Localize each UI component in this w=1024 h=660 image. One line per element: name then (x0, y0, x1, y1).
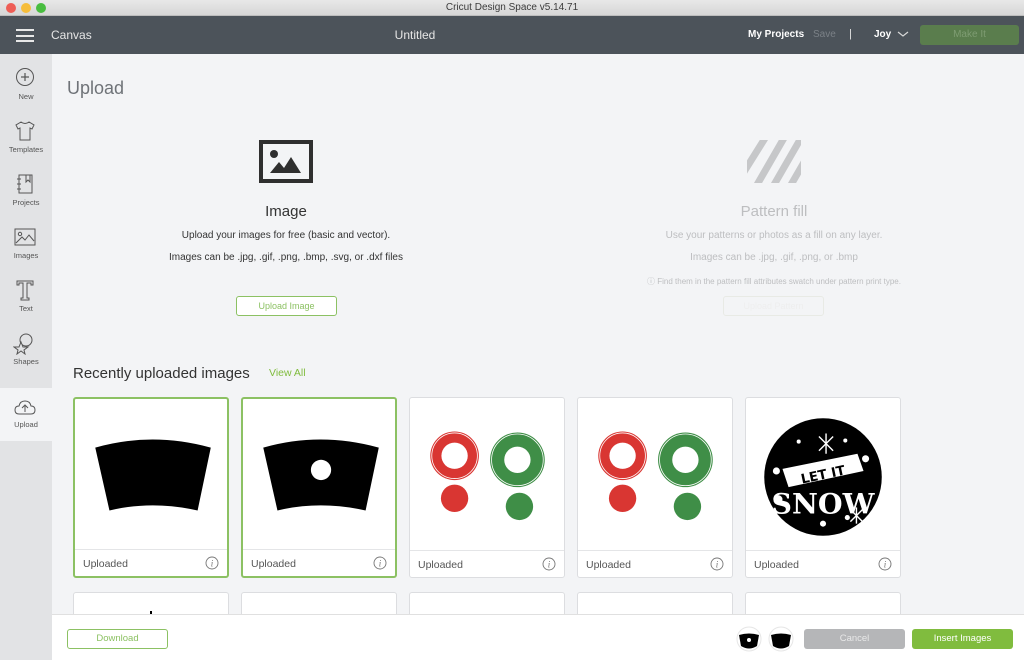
uploaded-image-card[interactable]: LET IT SNOW Uploaded i (745, 397, 901, 578)
uploaded-image-card[interactable]: Uploaded i (73, 397, 229, 578)
sidebar-item-label: Text (19, 304, 33, 313)
upload-pattern-button[interactable]: Upload Pattern (723, 296, 824, 316)
uploaded-image-card[interactable]: Uploaded i (577, 397, 733, 578)
selected-preview-icon (768, 626, 794, 652)
window-title: Cricut Design Space v5.14.71 (445, 2, 579, 13)
sidebar-item-new[interactable]: New (0, 54, 52, 107)
svg-text:i: i (548, 560, 551, 570)
save-button[interactable]: Save (813, 29, 836, 40)
recent-uploads-title: Recently uploaded images (73, 365, 250, 382)
info-icon[interactable]: i (373, 556, 387, 570)
my-projects-link[interactable]: My Projects (748, 29, 804, 40)
card-footer: Uploaded i (410, 550, 564, 577)
svg-text:i: i (716, 560, 719, 570)
tumbler-wrap-thumbnail (95, 439, 211, 511)
upload-image-button[interactable]: Upload Image (236, 296, 337, 316)
uploaded-image-card[interactable]: Uploaded i (409, 397, 565, 578)
pattern-section-description: Use your patterns or photos as a fill on… (665, 230, 883, 241)
info-icon[interactable]: i (205, 556, 219, 570)
footer-bar: Download Cancel Insert Images (52, 614, 1024, 660)
download-button[interactable]: Download (67, 629, 168, 649)
document-title: Untitled (394, 28, 436, 42)
sidebar-item-label: Upload (14, 420, 38, 429)
app-header: Canvas Untitled My Projects Save | Joy M… (0, 16, 1024, 54)
red-green-rings-thumbnail (598, 431, 713, 521)
notebook-icon (17, 174, 33, 194)
sidebar-item-shapes[interactable]: Shapes (0, 319, 52, 372)
tshirt-icon (15, 121, 35, 141)
sidebar-item-label: Images (13, 251, 39, 260)
sidebar-item-upload[interactable]: Upload (0, 388, 52, 441)
svg-text:i: i (379, 559, 382, 569)
chevron-down-icon[interactable] (897, 29, 909, 39)
hamburger-icon[interactable] (16, 29, 34, 42)
pattern-section-filetypes: Images can be .jpg, .gif, .png, or .bmp (690, 252, 858, 263)
sidebar-item-templates[interactable]: Templates (0, 107, 52, 160)
sidebar-item-projects[interactable]: Projects (0, 160, 52, 213)
sidebar: New Templates Projects Images Text Shape… (0, 54, 52, 660)
card-footer: Uploaded i (746, 550, 900, 577)
cloud-upload-icon (14, 400, 36, 415)
card-footer: Uploaded i (578, 550, 732, 577)
card-caption: Uploaded (418, 559, 463, 571)
image-icon (14, 228, 36, 246)
svg-text:SNOW: SNOW (772, 487, 876, 521)
selected-preview-icon (736, 626, 762, 652)
sidebar-item-label: New (18, 92, 34, 101)
window-titlebar: Cricut Design Space v5.14.71 (0, 0, 1024, 16)
user-menu[interactable]: Joy (874, 29, 891, 40)
view-all-link[interactable]: View All (269, 367, 306, 379)
image-section-description: Upload your images for free (basic and v… (181, 230, 391, 241)
image-section-title: Image (265, 203, 307, 220)
sidebar-item-label: Templates (8, 145, 44, 154)
let-it-snow-thumbnail: LET IT SNOW (764, 418, 882, 536)
info-icon[interactable]: i (542, 557, 556, 571)
info-icon[interactable]: i (878, 557, 892, 571)
sidebar-item-images[interactable]: Images (0, 213, 52, 266)
upload-panel: Upload Image Upload your images for free… (52, 54, 1024, 632)
card-caption: Uploaded (83, 558, 128, 570)
sidebar-item-label: Shapes (13, 357, 39, 366)
make-it-button[interactable]: Make It (920, 25, 1019, 45)
sidebar-item-text[interactable]: Text (0, 266, 52, 319)
tumbler-wrap-hole-thumbnail (263, 439, 379, 511)
card-caption: Uploaded (251, 558, 296, 570)
image-section-filetypes: Images can be .jpg, .gif, .png, .bmp, .s… (168, 252, 403, 263)
svg-text:i: i (884, 560, 887, 570)
uploaded-image-card[interactable]: Uploaded i (241, 397, 397, 578)
pattern-section-title: Pattern fill (740, 203, 808, 220)
shapes-icon (13, 333, 33, 355)
info-icon[interactable]: i (710, 557, 724, 571)
card-footer: Uploaded i (75, 549, 227, 576)
plus-circle-icon (16, 68, 34, 86)
pattern-section-note: ⓘ Find them in the pattern fill attribut… (647, 277, 901, 286)
red-green-rings-thumbnail (430, 431, 545, 521)
sidebar-item-label: Projects (12, 198, 40, 207)
text-icon (16, 280, 34, 301)
canvas-label: Canvas (51, 28, 92, 42)
insert-images-button[interactable]: Insert Images (912, 629, 1013, 649)
header-separator: | (849, 28, 852, 40)
svg-text:i: i (211, 559, 214, 569)
card-caption: Uploaded (586, 559, 631, 571)
page-title: Upload (67, 78, 125, 98)
card-caption: Uploaded (754, 559, 799, 571)
cancel-button[interactable]: Cancel (804, 629, 905, 649)
image-upload-icon (259, 140, 313, 183)
card-footer: Uploaded i (243, 549, 395, 576)
pattern-fill-icon (747, 140, 801, 183)
